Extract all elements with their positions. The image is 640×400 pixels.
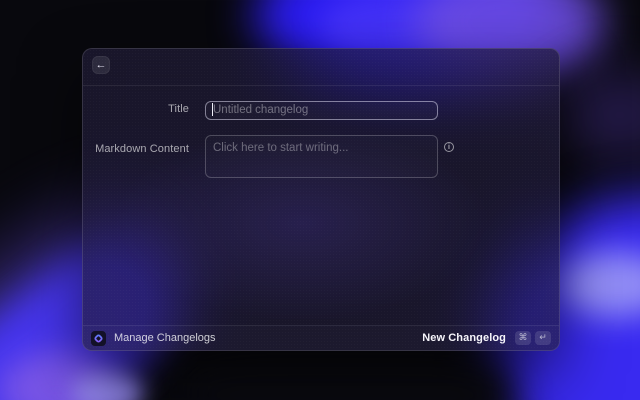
window-glow bbox=[83, 49, 559, 350]
info-icon[interactable]: i bbox=[444, 142, 454, 152]
new-changelog-action[interactable]: New Changelog ⌘ ↵ bbox=[422, 331, 551, 345]
wallpaper-shape-haze-right bbox=[555, 70, 640, 160]
markdown-content-label: Markdown Content bbox=[83, 143, 189, 155]
extension-icon bbox=[91, 331, 106, 346]
desktop: ← Title Markdown Content i bbox=[0, 0, 640, 400]
title-label: Title bbox=[83, 100, 189, 119]
diamond-ring-icon bbox=[94, 334, 103, 343]
text-caret bbox=[212, 103, 213, 116]
wallpaper-shape-violet-bottom-left bbox=[0, 352, 115, 400]
manage-changelogs-title: Manage Changelogs bbox=[114, 332, 216, 344]
back-button[interactable]: ← bbox=[92, 56, 110, 74]
enter-key-icon: ↵ bbox=[535, 331, 551, 345]
wallpaper-shape-periwinkle-right bbox=[558, 252, 640, 317]
markdown-content-textarea[interactable] bbox=[205, 135, 438, 178]
window-header: ← bbox=[83, 49, 559, 86]
cmd-key-icon: ⌘ bbox=[515, 331, 531, 345]
title-field-wrapper bbox=[205, 100, 438, 119]
wallpaper-shape-dark-bottom bbox=[180, 355, 510, 400]
changelog-form-window: ← Title Markdown Content i bbox=[82, 48, 560, 351]
new-changelog-label: New Changelog bbox=[422, 332, 506, 344]
window-noise-texture bbox=[83, 49, 559, 350]
title-input[interactable] bbox=[205, 101, 438, 120]
action-bar-left: Manage Changelogs bbox=[91, 331, 216, 346]
back-arrow-icon: ← bbox=[96, 57, 107, 73]
wallpaper-shape-periwinkle-bottom-left bbox=[72, 372, 144, 400]
action-bar: Manage Changelogs New Changelog ⌘ ↵ bbox=[83, 325, 559, 350]
